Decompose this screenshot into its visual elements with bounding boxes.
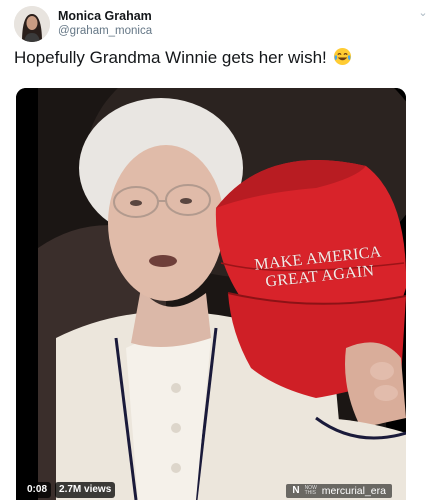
avatar[interactable] <box>14 6 50 42</box>
face-with-tears-of-joy-icon <box>333 47 352 66</box>
tweet-body: Hopefully Grandma Winnie gets her wish! <box>14 46 434 70</box>
video-view-count: 2.7M views <box>55 482 116 498</box>
tweet-text: Hopefully Grandma Winnie gets her wish! <box>14 48 327 67</box>
video-watermark: N NOW THIS mercurial_era <box>286 484 392 498</box>
tweet-header: Monica Graham @graham_monica ⌄ <box>14 4 444 44</box>
video-timestamp: 0:08 <box>23 482 52 498</box>
video-player[interactable]: MAKE AMERICA GREAT AGAIN 0:08 2.7M views… <box>16 88 406 500</box>
tweet-card: Monica Graham @graham_monica ⌄ Hopefully… <box>0 0 444 500</box>
author-display-name[interactable]: Monica Graham <box>58 9 152 24</box>
author-handle[interactable]: @graham_monica <box>58 24 152 38</box>
watermark-account: mercurial_era <box>321 485 386 497</box>
author-info: Monica Graham @graham_monica <box>58 9 152 38</box>
video-frame <box>16 88 406 500</box>
nowthis-logo-icon: N <box>292 485 300 496</box>
watermark-mini-line2: THIS <box>304 490 316 496</box>
chevron-down-icon[interactable]: ⌄ <box>416 6 430 20</box>
watermark-mini-text: NOW THIS <box>305 486 317 496</box>
video-badges: 0:08 2.7M views <box>23 482 116 498</box>
